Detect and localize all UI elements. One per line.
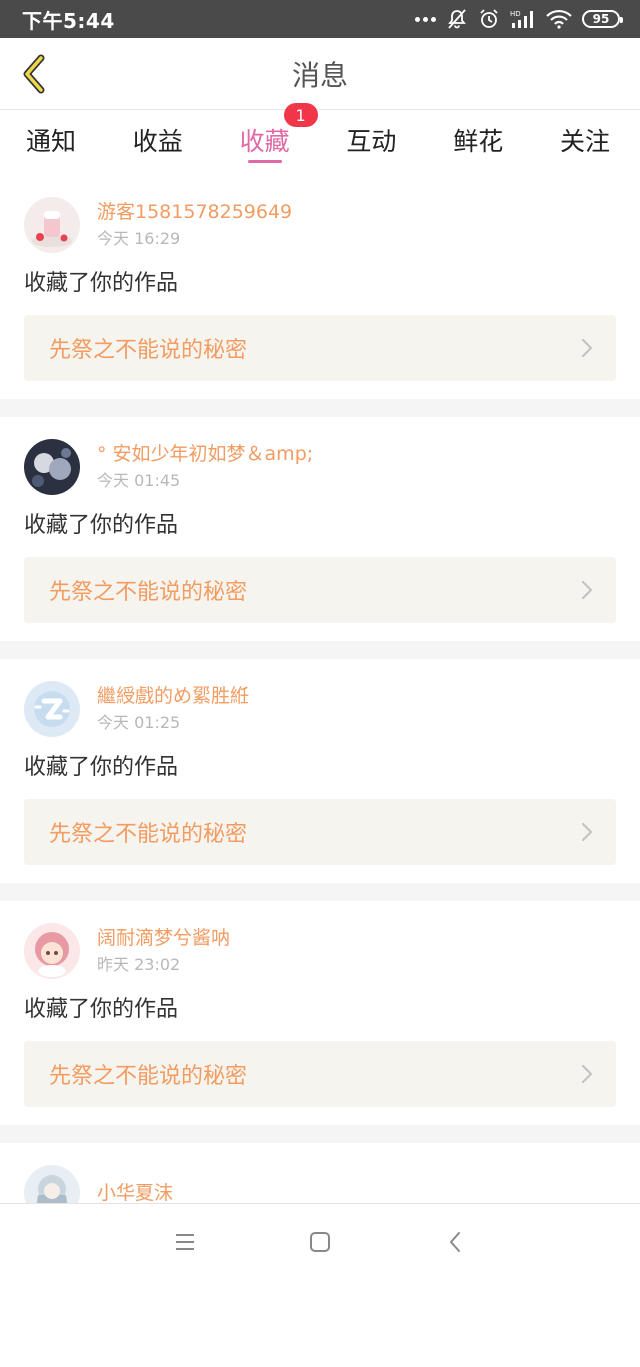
notification-item: 繼綬戲的め綤胜絍 今天 01:25 收藏了你的作品 先祭之不能说的秘密 <box>0 659 640 883</box>
work-title: 先祭之不能说的秘密 <box>49 1064 248 1089</box>
avatar[interactable] <box>24 681 80 737</box>
chevron-right-icon <box>581 822 593 842</box>
notification-item: ° 安如少年初如梦＆amp; 今天 01:45 收藏了你的作品 先祭之不能说的秘… <box>0 417 640 641</box>
work-title: 先祭之不能说的秘密 <box>49 822 248 847</box>
tab-flowers[interactable]: 鲜花 <box>453 111 503 169</box>
system-nav-bar <box>0 1203 640 1280</box>
username[interactable]: ° 安如少年初如梦＆amp; <box>97 441 313 467</box>
tab-favorites[interactable]: 收藏 1 <box>240 103 318 169</box>
work-link[interactable]: 先祭之不能说的秘密 <box>24 557 616 623</box>
hd-signal-icon: HD <box>510 9 536 29</box>
chevron-right-icon <box>581 580 593 600</box>
timestamp: 今天 16:29 <box>97 228 181 248</box>
back-button[interactable] <box>14 52 54 96</box>
system-back-button[interactable] <box>440 1227 470 1257</box>
action-text: 收藏了你的作品 <box>24 271 179 296</box>
username[interactable]: 游客1581578259649 <box>97 199 292 225</box>
app-header: 消息 <box>0 38 640 110</box>
unread-badge: 1 <box>283 103 318 127</box>
timestamp: 今天 01:45 <box>97 470 181 490</box>
tab-bar: 通知 收益 收藏 1 互动 鲜花 关注 <box>0 103 640 169</box>
action-text: 收藏了你的作品 <box>24 755 179 780</box>
divider <box>0 883 640 901</box>
alarm-icon <box>478 8 500 30</box>
work-title: 先祭之不能说的秘密 <box>49 338 248 363</box>
work-title: 先祭之不能说的秘密 <box>49 580 248 605</box>
avatar[interactable] <box>24 439 80 495</box>
work-link[interactable]: 先祭之不能说的秘密 <box>24 1041 616 1107</box>
status-time: 下午5:44 <box>22 8 115 33</box>
status-icons: HD 95 <box>415 8 623 30</box>
username[interactable]: 繼綬戲的め綤胜絍 <box>97 683 249 709</box>
tab-interactions[interactable]: 互动 <box>346 111 396 169</box>
back-icon <box>450 1232 460 1252</box>
svg-text:HD: HD <box>510 10 521 18</box>
username[interactable]: 小华夏沫 <box>97 1180 173 1206</box>
chevron-left-icon <box>23 54 45 94</box>
wifi-icon <box>546 9 572 29</box>
battery-icon: 95 <box>582 10 623 28</box>
home-icon <box>310 1232 330 1252</box>
divider <box>0 641 640 659</box>
divider <box>0 399 640 417</box>
tab-earnings[interactable]: 收益 <box>133 111 183 169</box>
avatar[interactable] <box>24 197 80 253</box>
status-bar: 下午5:44 HD 95 <box>0 0 640 38</box>
mute-icon <box>446 8 468 30</box>
tab-follows[interactable]: 关注 <box>560 111 610 169</box>
chevron-right-icon <box>581 338 593 358</box>
notification-list: 游客1581578259649 今天 16:29 收藏了你的作品 先祭之不能说的… <box>0 175 640 1367</box>
work-link[interactable]: 先祭之不能说的秘密 <box>24 799 616 865</box>
chevron-right-icon <box>581 1064 593 1084</box>
menu-button[interactable] <box>170 1227 200 1257</box>
avatar[interactable] <box>24 923 80 979</box>
notification-item: 游客1581578259649 今天 16:29 收藏了你的作品 先祭之不能说的… <box>0 175 640 399</box>
action-text: 收藏了你的作品 <box>24 513 179 538</box>
divider <box>0 1125 640 1143</box>
username[interactable]: 阔耐滴梦兮酱呐 <box>97 925 230 951</box>
work-link[interactable]: 先祭之不能说的秘密 <box>24 315 616 381</box>
home-button[interactable] <box>305 1227 335 1257</box>
notification-item: 阔耐滴梦兮酱呐 昨天 23:02 收藏了你的作品 先祭之不能说的秘密 <box>0 901 640 1125</box>
timestamp: 昨天 23:02 <box>97 954 181 974</box>
action-text: 收藏了你的作品 <box>24 997 179 1022</box>
more-dots-icon <box>415 16 436 22</box>
timestamp: 今天 01:25 <box>97 712 181 732</box>
tab-notify[interactable]: 通知 <box>26 111 76 169</box>
menu-icon <box>176 1234 194 1250</box>
page-title: 消息 <box>291 58 348 92</box>
